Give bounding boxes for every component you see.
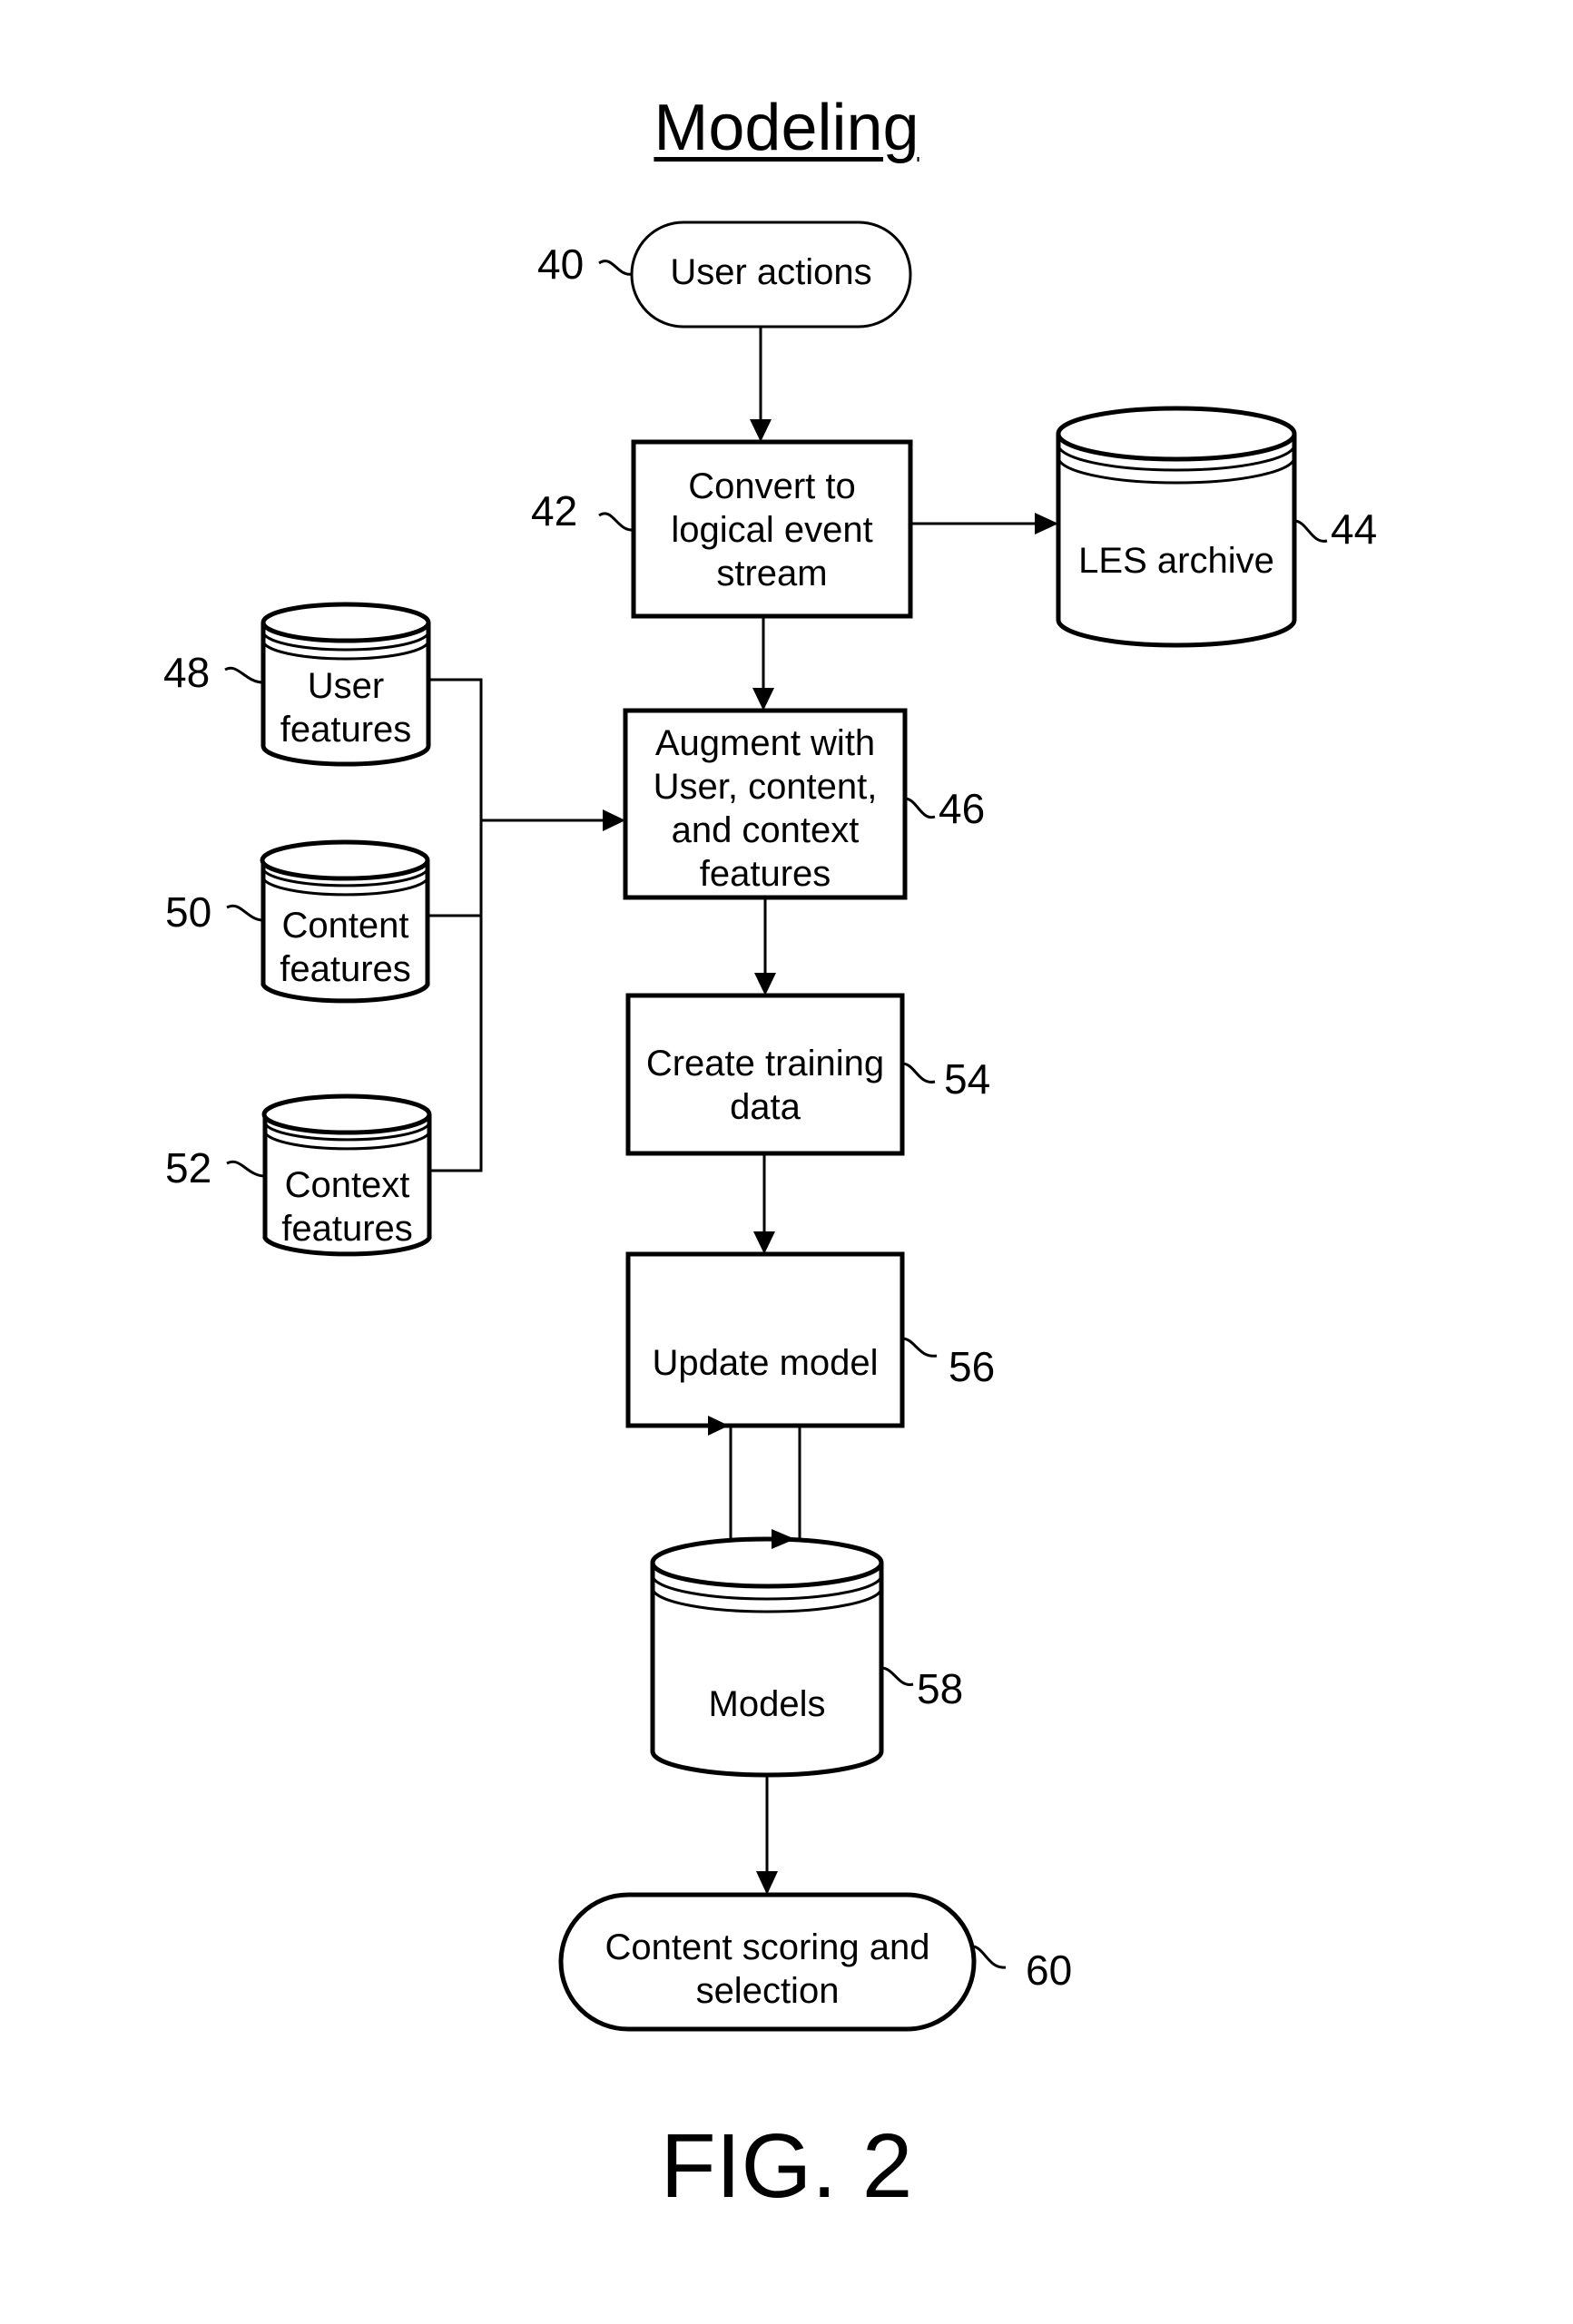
leader-60 — [973, 1945, 1007, 1969]
leader-40 — [598, 260, 633, 276]
ref-numeral-58: 58 — [917, 1665, 964, 1712]
leader-58 — [880, 1666, 914, 1686]
label-line: Update model — [652, 1343, 879, 1383]
label-line: Augment with — [654, 723, 876, 763]
label-line: Convert to — [688, 466, 856, 506]
node-context-features-label: Context features — [265, 1163, 429, 1250]
label-line: stream — [716, 554, 828, 593]
edge-update-model-models-loop — [708, 1416, 801, 1549]
label-line: Content — [281, 906, 409, 946]
node-content-features-label: Content features — [263, 904, 428, 991]
label-line: Context — [284, 1165, 410, 1205]
ref-numeral-42: 42 — [531, 487, 578, 534]
ref-numeral-52: 52 — [165, 1144, 212, 1191]
label-line: Content scoring and — [605, 1927, 930, 1967]
ref-numeral-60: 60 — [1026, 1946, 1073, 1994]
label-line: User actions — [670, 252, 872, 292]
edge-user-actions-to-convert — [750, 327, 772, 442]
label-line: User, content, — [653, 767, 878, 807]
ref-numeral-50: 50 — [165, 888, 212, 936]
figure-label: FIG. 2 — [660, 2115, 913, 2217]
edge-convert-to-augment — [752, 616, 774, 711]
node-user-actions-label: User actions — [632, 250, 910, 294]
leader-42 — [598, 512, 634, 532]
node-augment-label: Augment with User, content, and context fea… — [625, 721, 905, 896]
leader-50 — [226, 904, 264, 922]
ref-numeral-56: 56 — [949, 1343, 996, 1390]
label-line: selection — [695, 1971, 840, 2011]
label-line: Models — [708, 1684, 826, 1724]
leader-44 — [1293, 519, 1328, 543]
ref-numeral-54: 54 — [944, 1055, 991, 1103]
label-line: features — [281, 1209, 413, 1249]
edge-augment-to-create-training — [754, 897, 776, 995]
edge-features-to-augment — [428, 678, 625, 1172]
node-user-features-label: User features — [263, 664, 428, 751]
label-line: LES archive — [1078, 541, 1274, 581]
label-line: User — [307, 666, 385, 706]
node-content-scoring-label: Content scoring and selection — [561, 1926, 974, 2013]
node-les-archive-label: LES archive — [1058, 539, 1294, 583]
label-line: Create training — [645, 1044, 885, 1084]
edge-models-to-content-scoring — [756, 1775, 778, 1895]
node-convert-label: Convert to logical event stream — [634, 465, 910, 595]
node-update-model-shape — [625, 1251, 905, 1428]
node-models-label: Models — [653, 1682, 881, 1726]
ref-numeral-48: 48 — [163, 649, 211, 696]
label-line: logical event — [671, 510, 873, 550]
leader-54 — [901, 1062, 936, 1084]
node-models-shape — [650, 1536, 884, 1778]
label-line: features — [280, 949, 411, 989]
leader-46 — [904, 797, 936, 819]
label-line: features — [280, 710, 412, 750]
ref-numeral-44: 44 — [1331, 505, 1378, 553]
label-line: data — [730, 1087, 801, 1127]
label-line: and context — [671, 810, 860, 850]
leader-52 — [226, 1160, 266, 1178]
node-les-archive-shape — [1056, 406, 1297, 648]
node-create-training-label: Create training data — [628, 1042, 902, 1129]
label-line: features — [699, 854, 831, 894]
leader-48 — [224, 666, 264, 684]
ref-numeral-40: 40 — [537, 240, 585, 288]
ref-numeral-46: 46 — [939, 785, 986, 832]
edge-create-training-to-update-model — [753, 1153, 775, 1254]
leader-56 — [901, 1337, 938, 1358]
node-update-model-label: Update model — [628, 1341, 902, 1385]
edge-convert-to-les-archive — [910, 513, 1058, 534]
